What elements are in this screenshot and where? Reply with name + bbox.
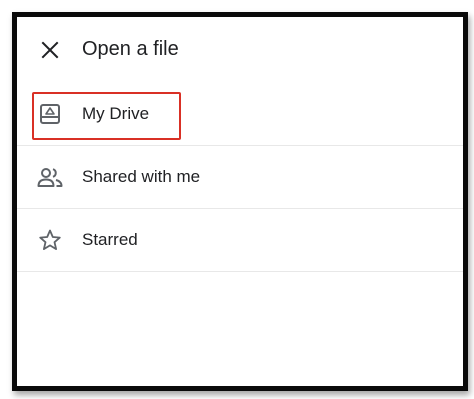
list-item-my-drive[interactable]: My Drive xyxy=(17,83,463,146)
dialog-header: Open a file xyxy=(17,17,463,83)
list-item-label: Shared with me xyxy=(82,167,201,186)
list-item-shared-with-me[interactable]: Shared with me xyxy=(17,146,463,209)
dialog-title: Open a file xyxy=(82,38,179,60)
star-icon xyxy=(37,227,63,253)
drive-icon xyxy=(37,101,63,127)
list-item-label: Starred xyxy=(82,230,138,249)
people-icon xyxy=(37,164,63,190)
open-file-dialog: Open a file My Drive Shared with me Star… xyxy=(12,12,468,391)
location-list: My Drive Shared with me Starred xyxy=(17,83,463,272)
list-item-starred[interactable]: Starred xyxy=(17,209,463,272)
close-icon xyxy=(41,41,59,59)
close-button[interactable] xyxy=(37,37,63,63)
list-item-label: My Drive xyxy=(82,104,150,123)
